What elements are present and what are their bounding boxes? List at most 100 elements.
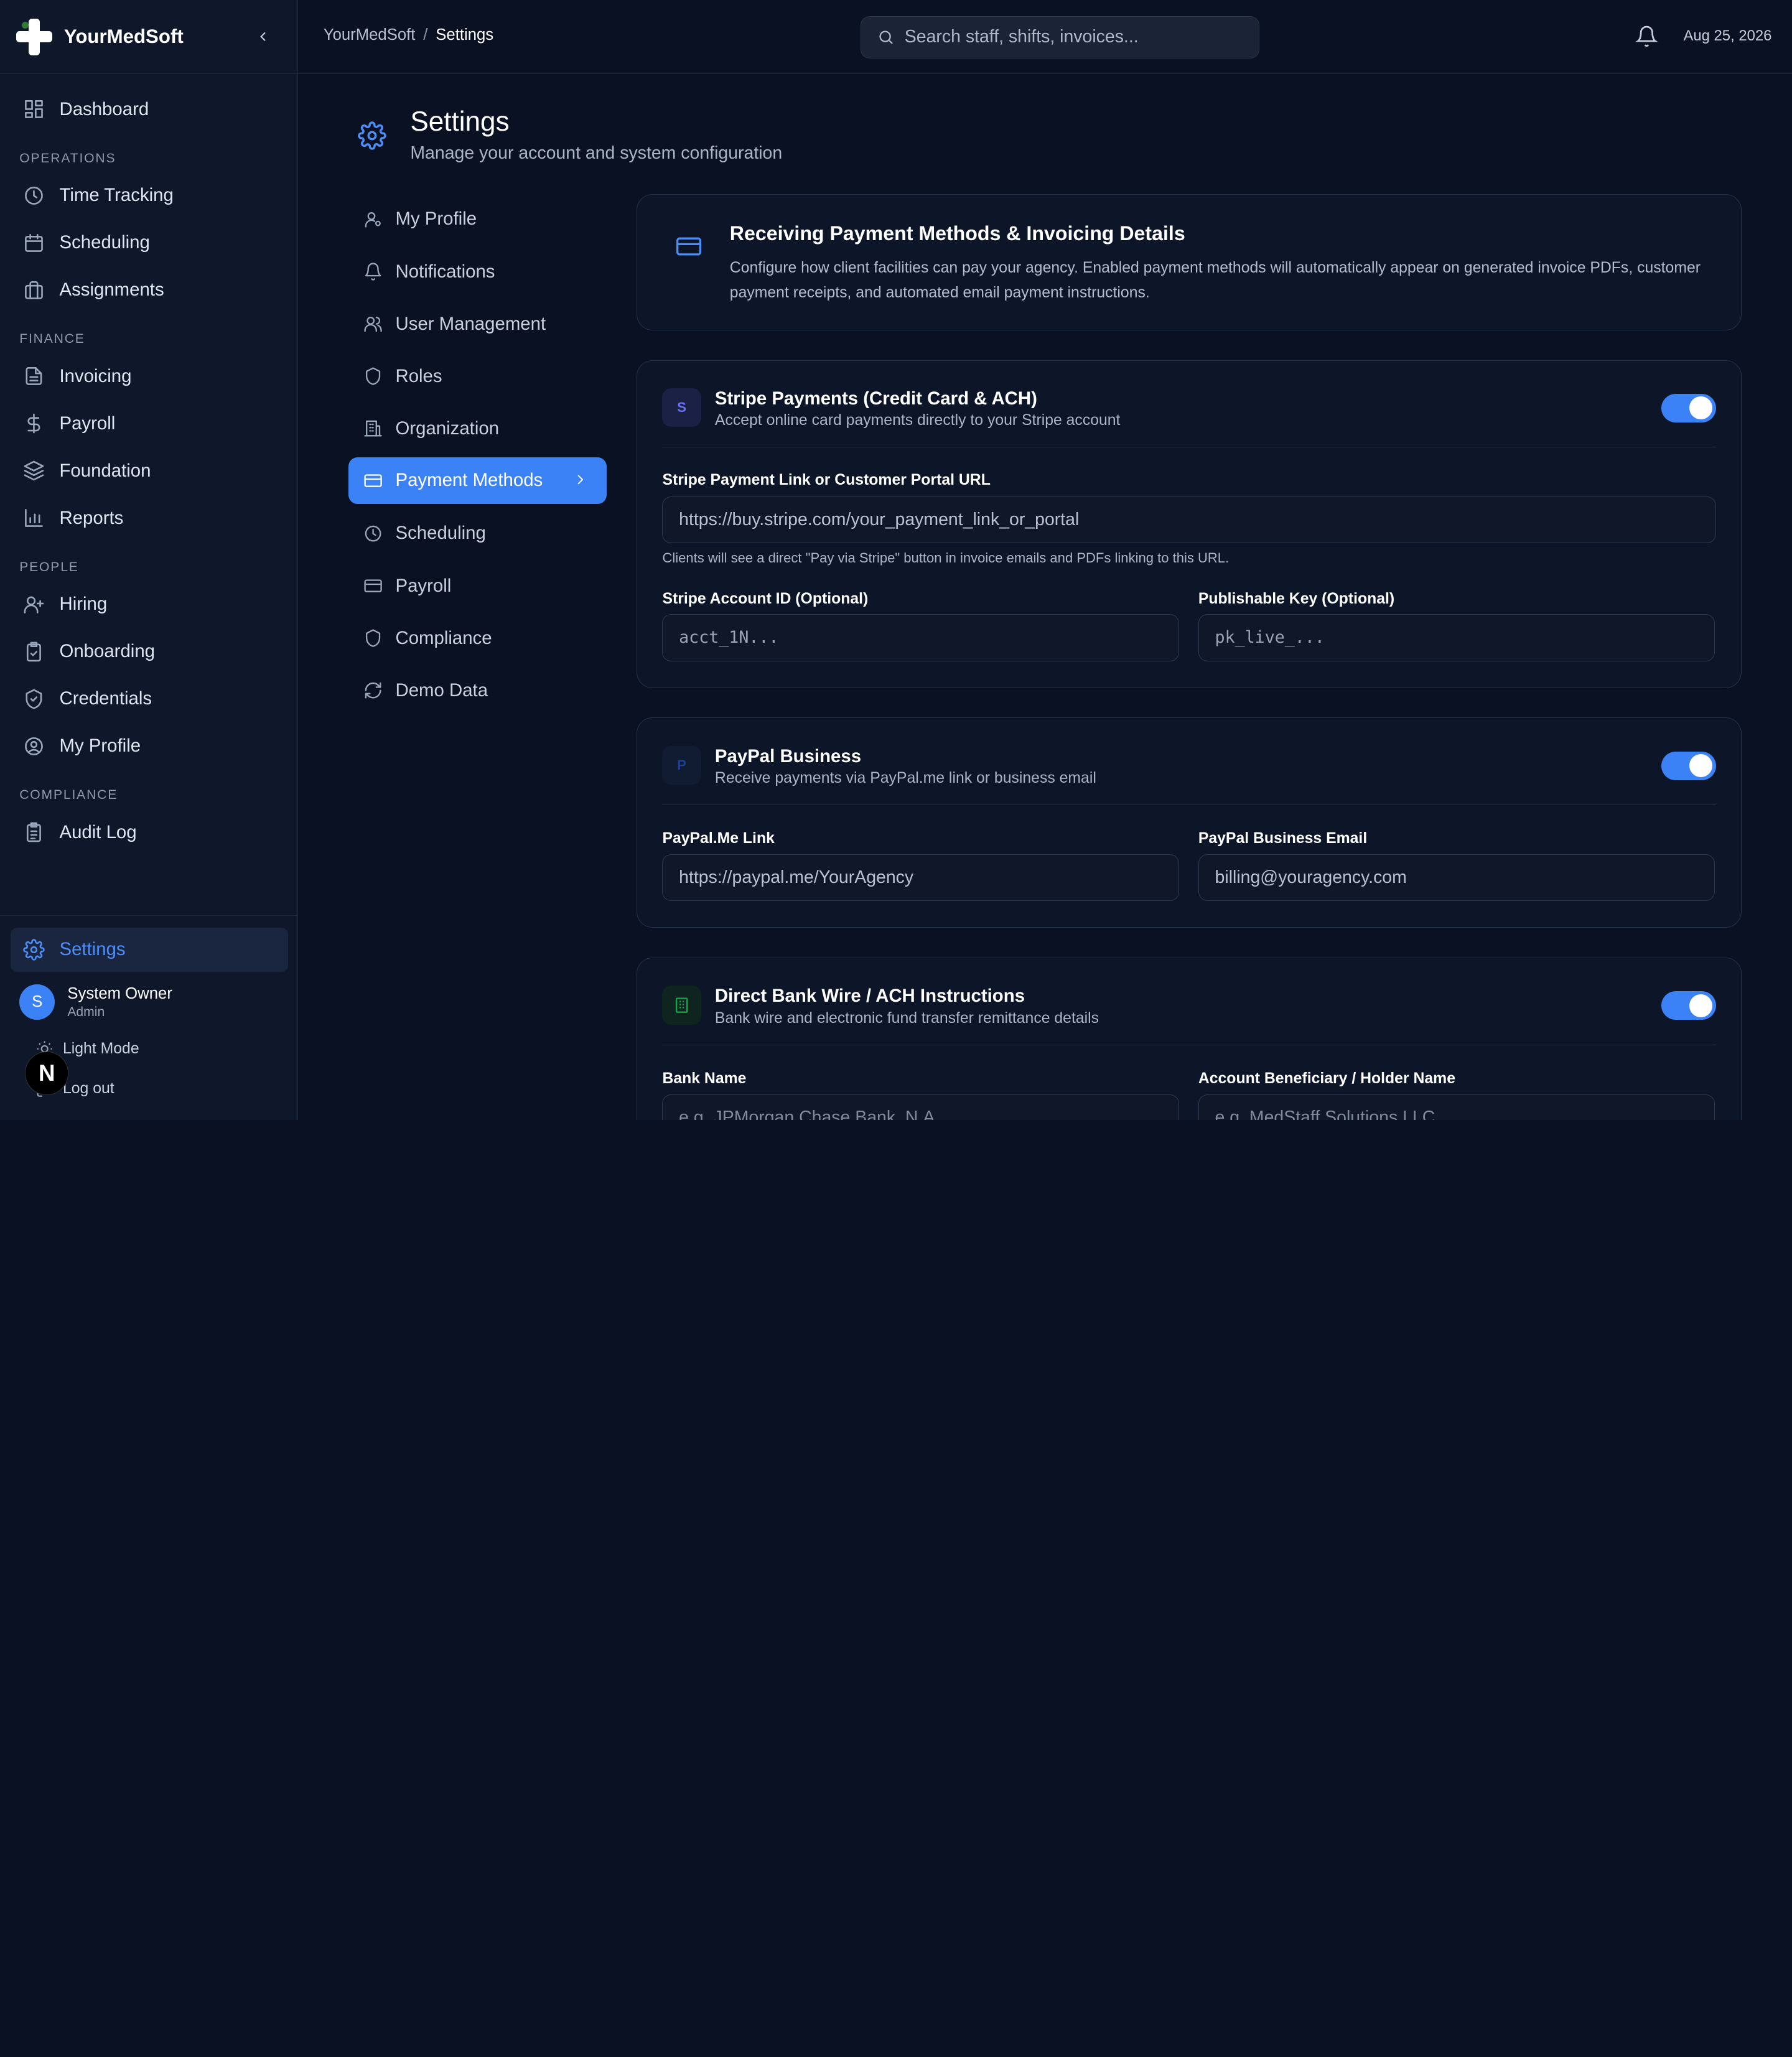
stripe-subtitle: Accept online card payments directly to …	[714, 412, 1121, 429]
user-profile[interactable]: S System Owner Admin	[11, 984, 288, 1020]
sidebar-item-scheduling[interactable]: Scheduling	[0, 219, 297, 266]
paypal-title: PayPal Business	[714, 745, 862, 767]
search-input[interactable]: Search staff, shifts, invoices...	[861, 16, 1260, 58]
tab-notifications[interactable]: Notifications	[348, 246, 607, 298]
section-operations: OPERATIONS	[19, 151, 116, 166]
light-mode-label: Light Mode	[62, 1040, 139, 1058]
section-description: Configure how client facilities can pay …	[730, 256, 1724, 306]
stripe-link-input[interactable]: https://buy.stripe.com/your_payment_link…	[662, 497, 1716, 544]
bank-toggle[interactable]	[1661, 991, 1716, 1020]
bell-icon	[1635, 26, 1658, 47]
tab-compliance[interactable]: Compliance	[348, 612, 607, 665]
sidebar-item-assignments[interactable]: Assignments	[0, 266, 297, 314]
sidebar-item-label: My Profile	[59, 735, 141, 757]
tab-payroll[interactable]: Payroll	[348, 560, 607, 612]
tab-demo-data[interactable]: Demo Data	[348, 665, 607, 717]
bank-name-input[interactable]: e.g. JPMorgan Chase Bank, N.A.	[662, 1094, 1179, 1120]
tab-label: Payment Methods	[395, 470, 543, 491]
notifications-button[interactable]	[1635, 25, 1658, 48]
sidebar-item-dashboard[interactable]: Dashboard	[0, 86, 297, 133]
sidebar-item-reports[interactable]: Reports	[0, 495, 297, 542]
search-placeholder: Search staff, shifts, invoices...	[904, 27, 1139, 47]
file-text-icon	[26, 367, 42, 386]
bank-holder-label: Account Beneficiary / Holder Name	[1198, 1070, 1455, 1088]
bank-title: Direct Bank Wire / ACH Instructions	[714, 986, 1025, 1007]
sidebar-item-label: Dashboard	[59, 98, 149, 119]
input-placeholder: pk_live_...	[1215, 628, 1325, 648]
stripe-toggle[interactable]	[1661, 393, 1716, 422]
paypal-link-input[interactable]: https://paypal.me/YourAgency	[662, 854, 1179, 902]
tab-payment-methods[interactable]: Payment Methods	[348, 457, 607, 504]
input-placeholder: https://paypal.me/YourAgency	[679, 867, 914, 888]
building-icon	[364, 420, 382, 437]
gear-icon	[22, 939, 45, 961]
calendar-icon	[24, 233, 43, 252]
sidebar-item-payroll[interactable]: Payroll	[0, 400, 297, 447]
sidebar-item-label: Foundation	[59, 460, 151, 481]
bell-icon	[365, 263, 381, 281]
sidebar-item-label: Audit Log	[59, 821, 137, 842]
tab-label: User Management	[395, 313, 546, 334]
stripe-account-label: Stripe Account ID (Optional)	[662, 590, 869, 607]
stripe-account-input[interactable]: acct_1N...	[662, 614, 1179, 661]
paypal-email-input[interactable]: billing@youragency.com	[1198, 854, 1715, 902]
section-compliance: COMPLIANCE	[19, 788, 118, 803]
sidebar-item-onboarding[interactable]: Onboarding	[0, 628, 297, 675]
user-role: Admin	[67, 1005, 105, 1020]
description-line: payment receipts, and automated email pa…	[729, 284, 1150, 301]
tab-label: My Profile	[395, 208, 477, 230]
bank-name-label: Bank Name	[662, 1070, 747, 1088]
tab-label: Roles	[395, 365, 442, 386]
tab-my-profile[interactable]: My Profile	[348, 193, 607, 245]
page-title: Settings	[410, 106, 510, 137]
page-header: Settings Manage your account and system …	[358, 106, 782, 164]
tab-user-management[interactable]: User Management	[348, 298, 607, 350]
users-icon	[364, 317, 382, 332]
next-badge[interactable]: N	[25, 1051, 69, 1095]
sidebar-item-foundation[interactable]: Foundation	[0, 447, 297, 495]
chevron-right-icon	[577, 475, 584, 485]
user-name: System Owner	[67, 984, 172, 1002]
tab-organization[interactable]: Organization	[348, 403, 607, 455]
stripe-key-input[interactable]: pk_live_...	[1198, 614, 1715, 661]
dollar-icon	[27, 413, 40, 434]
paypal-header: P PayPal Business Receive payments via P…	[662, 744, 1716, 806]
clipboard-check-icon	[26, 641, 41, 662]
shield-icon	[366, 629, 381, 647]
shield-icon	[366, 367, 381, 385]
sidebar-item-audit-log[interactable]: Audit Log	[0, 809, 297, 856]
avatar: S	[19, 984, 55, 1020]
credit-card-icon	[675, 233, 702, 260]
sidebar-item-hiring[interactable]: Hiring	[0, 581, 297, 628]
clipboard-list-icon	[26, 822, 41, 842]
sidebar-item-time-tracking[interactable]: Time Tracking	[0, 172, 297, 219]
tab-label: Compliance	[395, 627, 492, 648]
breadcrumb-root[interactable]: YourMedSoft	[324, 26, 416, 44]
input-placeholder: https://buy.stripe.com/your_payment_link…	[679, 510, 1080, 530]
collapse-sidebar-button[interactable]	[252, 25, 275, 48]
bank-card: Direct Bank Wire / ACH Instructions Bank…	[637, 958, 1742, 1120]
bank-holder-input[interactable]: e.g. MedStaff Solutions LLC	[1198, 1094, 1715, 1120]
app-root: YourMedSoft Dashboard OPERATIONS Time Tr…	[0, 0, 1792, 1120]
sidebar-item-invoicing[interactable]: Invoicing	[0, 353, 297, 400]
stripe-link-label: Stripe Payment Link or Customer Portal U…	[662, 471, 991, 488]
brand-name: YourMedSoft	[63, 26, 184, 48]
input-placeholder: acct_1N...	[679, 628, 779, 648]
toggle-knob	[1689, 396, 1713, 420]
section-title: Receiving Payment Methods & Invoicing De…	[729, 222, 1185, 245]
sidebar-item-my-profile[interactable]: My Profile	[0, 722, 297, 770]
breadcrumb-separator: /	[423, 26, 428, 44]
tab-scheduling[interactable]: Scheduling	[348, 507, 607, 559]
logout-label: Log out	[62, 1080, 114, 1098]
sidebar-item-settings[interactable]: Settings	[10, 927, 288, 973]
sidebar-item-credentials[interactable]: Credentials	[0, 675, 297, 722]
stripe-header: S Stripe Payments (Credit Card & ACH) Ac…	[662, 386, 1716, 448]
sidebar-item-label: Reports	[59, 507, 124, 528]
layers-icon	[24, 460, 44, 481]
tab-roles[interactable]: Roles	[348, 350, 607, 403]
tab-label: Demo Data	[395, 679, 488, 701]
sidebar-item-label: Scheduling	[59, 232, 150, 253]
sidebar-item-label: Hiring	[59, 594, 108, 615]
chevron-left-icon	[260, 32, 266, 41]
paypal-toggle[interactable]	[1661, 751, 1716, 780]
